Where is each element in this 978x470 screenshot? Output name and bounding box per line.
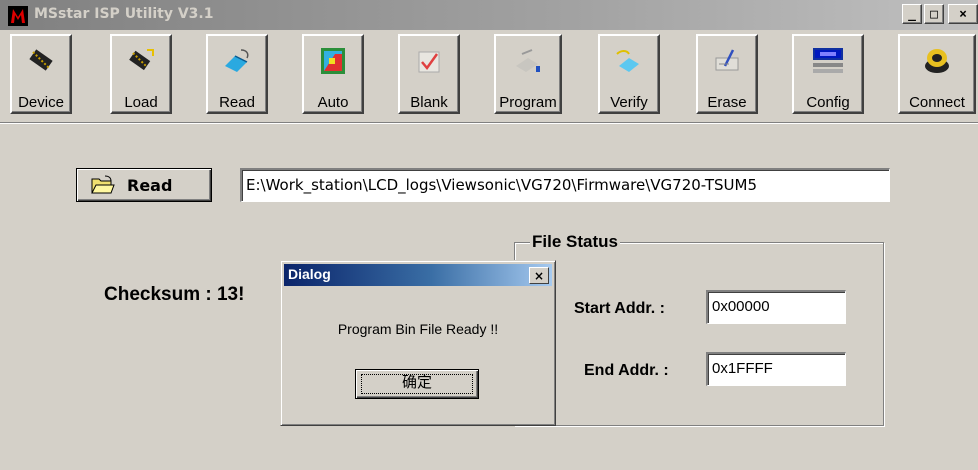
chip-icon xyxy=(29,49,53,71)
dialog-title: Dialog xyxy=(288,266,331,282)
device-button[interactable]: Device xyxy=(10,34,72,114)
program-icon xyxy=(516,49,540,72)
auto-button[interactable]: Auto xyxy=(302,34,364,114)
open-folder-icon xyxy=(91,175,115,194)
toolbar-divider xyxy=(0,122,978,124)
file-status-title: File Status xyxy=(530,232,620,252)
verify-label: Verify xyxy=(610,94,648,111)
checksum-label: Checksum : 13! xyxy=(104,284,245,305)
blank-button[interactable]: Blank xyxy=(398,34,460,114)
config-icon xyxy=(813,48,843,73)
window-titlebar[interactable]: MSstar ISP Utility V3.1 _ □ × xyxy=(0,0,978,30)
verify-icon xyxy=(616,50,639,72)
connect-button[interactable]: Connect xyxy=(898,34,976,114)
close-button[interactable]: × xyxy=(948,4,978,24)
end-addr-field[interactable]: 0x1FFFF xyxy=(706,352,846,386)
device-label: Device xyxy=(18,94,64,111)
close-icon: × xyxy=(533,268,545,283)
config-label: Config xyxy=(806,94,850,111)
erase-label: Erase xyxy=(707,94,747,111)
minimize-button[interactable]: _ xyxy=(902,4,922,24)
maximize-button[interactable]: □ xyxy=(924,4,944,24)
dialog-ok-label: 确定 xyxy=(401,374,432,391)
erase-button[interactable]: Erase xyxy=(696,34,758,114)
end-addr-label: End Addr. : xyxy=(584,362,669,379)
mstar-logo-icon xyxy=(8,6,28,26)
chip-load-icon xyxy=(129,49,154,71)
connect-icon xyxy=(925,49,949,73)
read-file-button[interactable]: Read xyxy=(76,168,212,202)
file-status-group xyxy=(514,242,884,426)
toolbar: Device Load Read Auto Blank Program Veri… xyxy=(0,32,978,120)
erase-icon xyxy=(715,49,739,71)
blank-label: Blank xyxy=(410,94,448,111)
config-button[interactable]: Config xyxy=(792,34,864,114)
file-path-field[interactable]: E:\Work_station\LCD_logs\Viewsonic\VG720… xyxy=(240,168,890,202)
dialog-message: Program Bin File Ready !! xyxy=(337,321,499,337)
dialog-close-button[interactable]: × xyxy=(529,267,549,284)
connect-label: Connect xyxy=(909,94,965,111)
message-dialog: Dialog × Program Bin File Ready !! 确定 xyxy=(280,260,556,426)
auto-label: Auto xyxy=(317,94,349,111)
start-addr-field[interactable]: 0x00000 xyxy=(706,290,846,324)
load-button[interactable]: Load xyxy=(110,34,172,114)
read-label: Read xyxy=(219,94,255,111)
window-title: MSstar ISP Utility V3.1 xyxy=(34,6,214,22)
read-toolbar-button[interactable]: Read xyxy=(206,34,268,114)
program-button[interactable]: Program xyxy=(494,34,562,114)
dialog-ok-button[interactable]: 确定 xyxy=(355,369,479,399)
auto-icon xyxy=(321,48,345,74)
blank-check-icon xyxy=(418,51,440,73)
dialog-titlebar[interactable]: Dialog × xyxy=(284,264,552,286)
read-file-label: Read xyxy=(127,176,173,195)
verify-button[interactable]: Verify xyxy=(598,34,660,114)
load-label: Load xyxy=(124,94,158,111)
program-label: Program xyxy=(499,94,557,111)
read-icon xyxy=(225,49,249,72)
start-addr-label: Start Addr. : xyxy=(574,300,665,317)
